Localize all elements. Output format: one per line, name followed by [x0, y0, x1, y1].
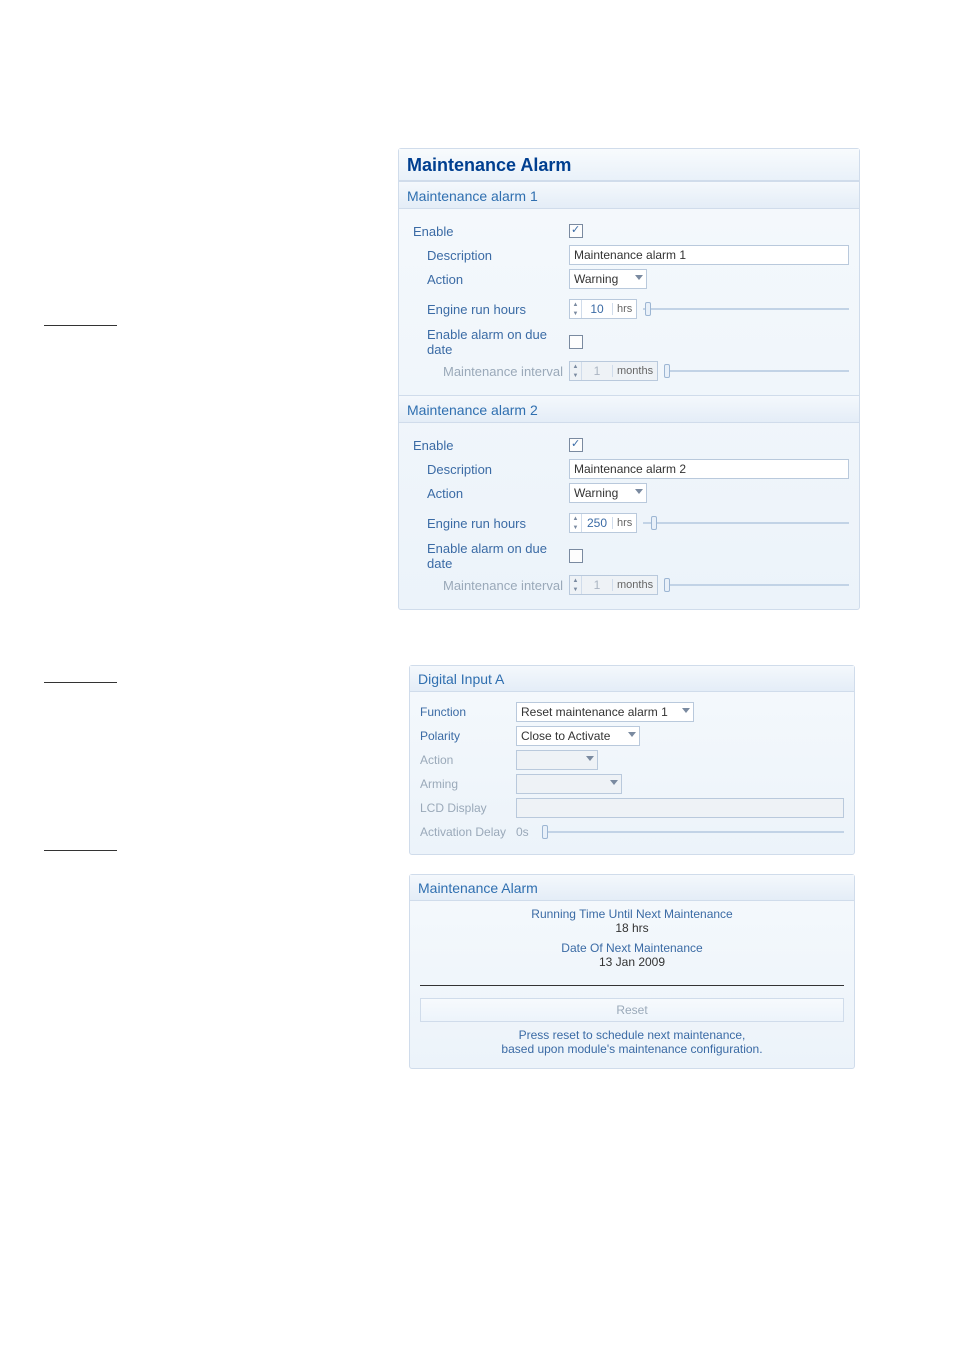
- reset-label: Reset: [616, 1003, 647, 1017]
- left-marker-1: [44, 325, 117, 326]
- reset-help-line1: Press reset to schedule next maintenance…: [414, 1028, 850, 1042]
- reset-help-line2: based upon module's maintenance configur…: [414, 1042, 850, 1056]
- alarm1-duedate-label: Enable alarm on due date: [409, 327, 569, 357]
- di-action-dropdown: [516, 750, 598, 770]
- alarm1-header: Maintenance alarm 1: [399, 181, 859, 209]
- alarm1-action-value: Warning: [570, 272, 636, 286]
- di-arming-label: Arming: [420, 777, 516, 791]
- alarm1-runhours-label: Engine run hours: [409, 302, 569, 317]
- panel-title: Maintenance Alarm: [399, 149, 859, 181]
- di-function-label: Function: [420, 705, 516, 719]
- alarm2-runhours-value: 250: [582, 516, 612, 530]
- chevron-down-icon: [610, 780, 618, 785]
- running-time-label: Running Time Until Next Maintenance: [414, 907, 850, 921]
- alarm1-action-label: Action: [409, 272, 569, 287]
- chevron-down-icon: [635, 275, 643, 280]
- di-delay-label: Activation Delay: [420, 825, 516, 839]
- di-polarity-value: Close to Activate: [517, 729, 628, 743]
- alarm1-interval-spinner: ▲▼ 1 months: [569, 361, 658, 381]
- alarm1-runhours-unit: hrs: [612, 303, 636, 315]
- di-function-value: Reset maintenance alarm 1: [517, 705, 686, 719]
- chevron-down-icon: [682, 708, 690, 713]
- alarm2-runhours-label: Engine run hours: [409, 516, 569, 531]
- digital-input-header: Digital Input A: [410, 666, 854, 692]
- alarm2-action-value: Warning: [570, 486, 636, 500]
- alarm2-interval-slider: [664, 575, 849, 595]
- chevron-down-icon: [628, 732, 636, 737]
- alarm1-enable-label: Enable: [409, 224, 569, 239]
- di-delay-value: 0s: [516, 825, 536, 839]
- chevron-down-icon: [635, 489, 643, 494]
- di-arming-dropdown: [516, 774, 622, 794]
- maintenance-alarm-config-panel: Maintenance Alarm Maintenance alarm 1 En…: [398, 148, 860, 610]
- left-marker-3: [44, 850, 117, 851]
- reset-button[interactable]: Reset: [420, 998, 844, 1022]
- alarm2-section: Maintenance alarm 2 Enable Description A…: [399, 395, 859, 609]
- left-marker-2: [44, 682, 117, 683]
- alarm2-runhours-slider[interactable]: [643, 513, 849, 533]
- alarm1-action-dropdown[interactable]: Warning: [569, 269, 647, 289]
- alarm2-enable-checkbox[interactable]: [569, 438, 583, 452]
- alarm1-description-input[interactable]: [569, 245, 849, 265]
- alarm2-interval-spinner: ▲▼ 1 months: [569, 575, 658, 595]
- alarm1-runhours-value: 10: [582, 302, 612, 316]
- alarm2-interval-unit: months: [612, 579, 657, 591]
- alarm2-duedate-checkbox[interactable]: [569, 549, 583, 563]
- next-date-value: 13 Jan 2009: [414, 955, 850, 969]
- alarm1-runhours-slider[interactable]: [643, 299, 849, 319]
- chevron-down-icon: [586, 756, 594, 761]
- alarm1-interval-label: Maintenance interval: [409, 364, 569, 379]
- alarm2-interval-label: Maintenance interval: [409, 578, 569, 593]
- status-header: Maintenance Alarm: [410, 875, 854, 901]
- alarm2-runhours-spinner[interactable]: ▲▼ 250 hrs: [569, 513, 637, 533]
- alarm1-section: Maintenance alarm 1 Enable Description A…: [399, 181, 859, 395]
- di-polarity-label: Polarity: [420, 729, 516, 743]
- alarm1-duedate-checkbox[interactable]: [569, 335, 583, 349]
- di-polarity-dropdown[interactable]: Close to Activate: [516, 726, 640, 746]
- alarm2-duedate-label: Enable alarm on due date: [409, 541, 569, 571]
- next-date-label: Date Of Next Maintenance: [414, 941, 850, 955]
- alarm2-runhours-unit: hrs: [612, 517, 636, 529]
- running-time-value: 18 hrs: [414, 921, 850, 935]
- alarm1-enable-checkbox[interactable]: [569, 224, 583, 238]
- alarm2-header: Maintenance alarm 2: [399, 395, 859, 423]
- divider: [420, 985, 844, 986]
- alarm2-action-dropdown[interactable]: Warning: [569, 483, 647, 503]
- alarm2-action-label: Action: [409, 486, 569, 501]
- alarm1-interval-unit: months: [612, 365, 657, 377]
- di-delay-slider: [542, 822, 844, 842]
- di-lcd-label: LCD Display: [420, 801, 516, 815]
- digital-input-a-panel: Digital Input A Function Reset maintenan…: [409, 665, 855, 855]
- maintenance-alarm-status-panel: Maintenance Alarm Running Time Until Nex…: [409, 874, 855, 1069]
- di-action-label: Action: [420, 753, 516, 767]
- alarm1-interval-value: 1: [582, 364, 612, 378]
- di-lcd-input: [516, 798, 844, 818]
- alarm2-enable-label: Enable: [409, 438, 569, 453]
- alarm2-description-label: Description: [409, 462, 569, 477]
- alarm1-interval-slider: [664, 361, 849, 381]
- di-function-dropdown[interactable]: Reset maintenance alarm 1: [516, 702, 694, 722]
- alarm2-interval-value: 1: [582, 578, 612, 592]
- alarm2-description-input[interactable]: [569, 459, 849, 479]
- alarm1-description-label: Description: [409, 248, 569, 263]
- alarm1-runhours-spinner[interactable]: ▲▼ 10 hrs: [569, 299, 637, 319]
